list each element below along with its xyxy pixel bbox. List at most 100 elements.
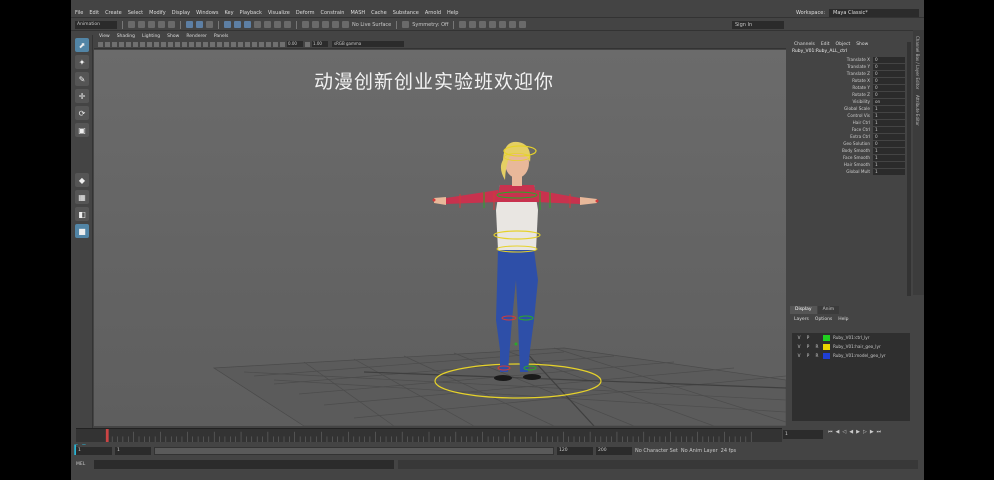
- layer-menu-layers[interactable]: Layers: [794, 317, 809, 322]
- select-joint-icon[interactable]: [234, 21, 241, 28]
- character-set-menu[interactable]: No Character Set: [635, 448, 678, 454]
- layer-menu-help[interactable]: Help: [838, 317, 848, 322]
- play-backward-icon[interactable]: ◀: [849, 429, 853, 435]
- step-forward-frame-icon[interactable]: ▷: [863, 429, 867, 435]
- ipr-render-icon[interactable]: [489, 21, 497, 28]
- attribute-value[interactable]: 1: [873, 126, 905, 133]
- attribute-value[interactable]: 1: [873, 161, 905, 168]
- playback-start-field[interactable]: 1: [115, 446, 151, 455]
- gamma-field[interactable]: 1.00: [312, 41, 328, 47]
- attribute-value[interactable]: 1: [873, 119, 905, 126]
- layout-custom-icon[interactable]: ■: [75, 224, 89, 238]
- layer-toggle-r[interactable]: R: [814, 344, 820, 349]
- scale-tool-icon[interactable]: ▣: [75, 123, 89, 137]
- ambient-occlusion-icon[interactable]: [224, 41, 229, 47]
- menu-deform[interactable]: Deform: [296, 10, 315, 16]
- open-scene-icon[interactable]: [138, 21, 145, 28]
- layer-color-swatch[interactable]: [823, 334, 830, 341]
- xray-joints-icon[interactable]: [266, 41, 271, 47]
- select-component-icon[interactable]: [206, 21, 213, 28]
- layer-row[interactable]: V P Ruby_V01:ctrl_lyr: [792, 333, 910, 342]
- play-forward-icon[interactable]: ▶: [856, 429, 860, 435]
- snap-grid-icon[interactable]: [302, 21, 309, 28]
- attribute-row[interactable]: Control Vis 1: [790, 112, 912, 119]
- shadows-icon[interactable]: [217, 41, 222, 47]
- backface-culling-icon[interactable]: [273, 41, 278, 47]
- snap-live-icon[interactable]: [342, 21, 349, 28]
- select-object-icon[interactable]: [196, 21, 203, 28]
- panel-menu-view[interactable]: View: [99, 34, 110, 39]
- attribute-value[interactable]: 1: [873, 147, 905, 154]
- layer-toggle-v[interactable]: V: [796, 344, 802, 349]
- film-gate-icon[interactable]: [133, 41, 138, 47]
- attribute-value[interactable]: 0: [873, 140, 905, 147]
- wireframe-on-shaded-icon[interactable]: [196, 41, 201, 47]
- select-dynamic-icon[interactable]: [274, 21, 281, 28]
- gate-mask-icon[interactable]: [147, 41, 152, 47]
- menu-arnold[interactable]: Arnold: [425, 10, 441, 16]
- layout-persp-outliner-icon[interactable]: ◧: [75, 207, 89, 221]
- single-view-icon[interactable]: ◆: [75, 173, 89, 187]
- attribute-value[interactable]: 1: [873, 168, 905, 175]
- panel-menu-panels[interactable]: Panels: [214, 34, 228, 39]
- select-deform-icon[interactable]: [264, 21, 271, 28]
- lights-icon[interactable]: [210, 41, 215, 47]
- range-start-field[interactable]: 1: [76, 446, 112, 455]
- current-frame-field[interactable]: 1: [783, 430, 823, 439]
- render-view-icon[interactable]: [469, 21, 477, 28]
- panel-menu-show[interactable]: Show: [167, 34, 179, 39]
- layer-toggle-v[interactable]: V: [796, 353, 802, 358]
- cb-menu-edit[interactable]: Edit: [821, 42, 830, 47]
- construction-history-icon[interactable]: [459, 21, 467, 28]
- sign-in-button[interactable]: Sign In: [732, 21, 784, 29]
- attribute-value[interactable]: 0: [873, 56, 905, 63]
- attribute-value[interactable]: 1: [873, 112, 905, 119]
- attribute-row[interactable]: Hair Smooth 1: [790, 161, 912, 168]
- range-slider-bar[interactable]: [154, 446, 554, 455]
- command-language-label[interactable]: MEL: [76, 462, 90, 467]
- attribute-row[interactable]: Face Smooth 1: [790, 154, 912, 161]
- perspective-viewport[interactable]: 动漫创新创业实验班欢迎你: [94, 50, 786, 426]
- menu-cache[interactable]: Cache: [371, 10, 387, 16]
- snap-curve-icon[interactable]: [312, 21, 319, 28]
- save-scene-icon[interactable]: [148, 21, 155, 28]
- tab-display[interactable]: Display: [790, 306, 817, 314]
- cb-menu-show[interactable]: Show: [856, 42, 868, 47]
- select-curve-icon[interactable]: [244, 21, 251, 28]
- attribute-row[interactable]: Global Scale 1: [790, 105, 912, 112]
- layer-toggle-p[interactable]: P: [805, 344, 811, 349]
- attribute-row[interactable]: Hair Ctrl 1: [790, 119, 912, 126]
- go-to-start-icon[interactable]: ⏮: [828, 429, 833, 435]
- attribute-value[interactable]: on: [873, 98, 905, 105]
- anim-layer-menu[interactable]: No Anim Layer: [681, 448, 718, 454]
- safe-action-icon[interactable]: [161, 41, 166, 47]
- attribute-row[interactable]: Body Smooth 1: [790, 147, 912, 154]
- tab-anim[interactable]: Anim: [817, 306, 840, 314]
- workspace-dropdown[interactable]: Maya Classic*: [829, 9, 919, 17]
- layer-toggle-v[interactable]: V: [796, 335, 802, 340]
- panel-menu-renderer[interactable]: Renderer: [186, 34, 207, 39]
- menu-file[interactable]: File: [75, 10, 83, 16]
- isolate-select-icon[interactable]: [252, 41, 257, 47]
- textured-icon[interactable]: [203, 41, 208, 47]
- menu-windows[interactable]: Windows: [196, 10, 218, 16]
- layer-color-swatch[interactable]: [823, 352, 830, 359]
- fps-menu[interactable]: 24 fps: [721, 448, 737, 454]
- render-frame-icon[interactable]: [479, 21, 487, 28]
- select-render-icon[interactable]: [284, 21, 291, 28]
- four-view-icon[interactable]: ▦: [75, 190, 89, 204]
- menu-key[interactable]: Key: [224, 10, 233, 16]
- attribute-row[interactable]: Translate Y0: [790, 63, 912, 70]
- color-space-dropdown[interactable]: sRGB gamma: [332, 41, 404, 47]
- default-material-icon[interactable]: [189, 41, 194, 47]
- snap-point-icon[interactable]: [322, 21, 329, 28]
- undo-icon[interactable]: [158, 21, 165, 28]
- hypershade-icon[interactable]: [509, 21, 517, 28]
- exposure-field[interactable]: 0.00: [287, 41, 303, 47]
- render-settings-icon[interactable]: [499, 21, 507, 28]
- command-input[interactable]: [94, 460, 394, 469]
- cb-menu-object[interactable]: Object: [836, 42, 851, 47]
- attribute-value[interactable]: 0: [873, 63, 905, 70]
- attribute-row[interactable]: Geo Solution 0: [790, 140, 912, 147]
- live-surface-label[interactable]: No Live Surface: [352, 22, 391, 28]
